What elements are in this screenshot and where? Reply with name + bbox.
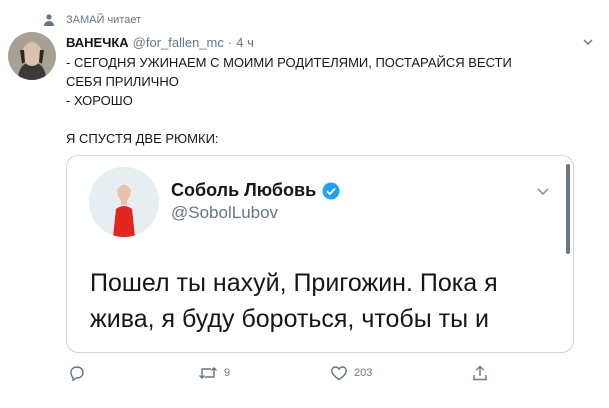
author-name[interactable]: ВАНЕЧКА [66, 35, 129, 50]
share-icon [471, 364, 489, 382]
heart-icon [330, 364, 348, 382]
quoted-author-name[interactable]: Соболь Любовь [171, 180, 340, 201]
quoted-chevron-down-icon[interactable] [535, 183, 551, 199]
quoted-tweet-card[interactable]: Соболь Любовь @SobolLubov Пошел ты нахуй… [66, 155, 574, 353]
quoted-author-avatar[interactable] [89, 167, 159, 237]
person-icon [42, 13, 56, 27]
like-button[interactable]: 203 [330, 364, 372, 382]
tweet-header: ВАНЕЧКА @for_fallen_mc · 4 ч [66, 34, 597, 50]
tweet-actions: 9 203 [66, 364, 566, 384]
tweet-text-line: Я СПУСТЯ ДВЕ РЮМКИ: [66, 131, 219, 146]
social-context-text: ЗАМАЙ читает [66, 14, 142, 26]
like-count: 203 [354, 367, 373, 379]
verified-badge-icon [322, 182, 340, 200]
tweet-text-line: - ХОРОШО [66, 93, 133, 108]
tweet-text-line [66, 110, 566, 129]
reply-button[interactable] [68, 364, 92, 382]
tweet-text-line: СЕБЯ ПРИЛИЧНО [66, 74, 179, 89]
quoted-author-name-text: Соболь Любовь [171, 180, 317, 200]
author-avatar[interactable] [8, 32, 56, 80]
quoted-text-line: жива, я буду бороться, чтобы ты и [90, 305, 489, 333]
social-context[interactable]: ЗАМАЙ читает [42, 12, 141, 28]
tweet-text: - СЕГОДНЯ УЖИНАЕМ С МОИМИ РОДИТЕЛЯМИ, ПО… [66, 53, 566, 148]
share-button[interactable] [471, 364, 489, 382]
quoted-tweet-text: Пошел ты нахуй, Пригожин. Пока я жива, я… [90, 265, 565, 337]
tweet-time[interactable]: 4 ч [236, 35, 254, 50]
tweet-text-line: - СЕГОДНЯ УЖИНАЕМ С МОИМИ РОДИТЕЛЯМИ, ПО… [66, 55, 512, 70]
retweet-count: 9 [224, 367, 231, 379]
separator-dot: · [227, 34, 233, 50]
retweet-button[interactable]: 9 [198, 364, 230, 382]
author-handle[interactable]: @for_fallen_mc [133, 35, 224, 50]
retweet-icon [198, 364, 218, 382]
quoted-author-handle[interactable]: @SobolLubov [171, 203, 278, 223]
scrollbar[interactable] [566, 164, 570, 254]
quoted-text-line: Пошел ты нахуй, Пригожин. Пока я [90, 269, 498, 297]
reply-icon [68, 364, 86, 382]
chevron-down-icon[interactable] [581, 35, 595, 49]
